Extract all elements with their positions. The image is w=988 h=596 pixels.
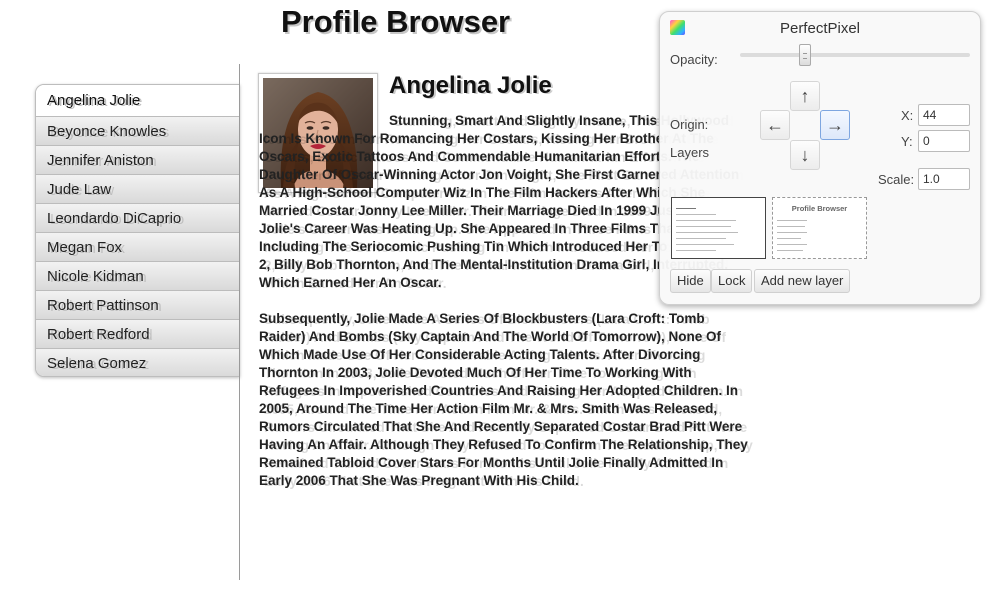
- add-new-layer-button[interactable]: Add new layer: [754, 269, 851, 293]
- lock-button[interactable]: Lock: [711, 269, 753, 293]
- move-down-button[interactable]: ↓: [790, 140, 820, 170]
- x-offset-input[interactable]: [918, 104, 970, 126]
- name-item-jude-law[interactable]: Jude Law: [36, 174, 240, 203]
- name-item-robert-pattinson[interactable]: Robert Pattinson: [36, 290, 240, 319]
- layers-label: Layers: [670, 145, 710, 160]
- name-item-angelina-jolie[interactable]: Angelina Jolie: [36, 85, 240, 116]
- name-item-robert-redford[interactable]: Robert Redford: [36, 319, 240, 348]
- name-item-megan-fox[interactable]: Megan Fox: [36, 232, 240, 261]
- name-item-leonardo-dicaprio[interactable]: Leondardo DiCaprio: [36, 203, 240, 232]
- opacity-slider-thumb[interactable]: [798, 44, 811, 66]
- bio-paragraph-2: Subsequently, Jolie Made A Series Of Blo…: [259, 311, 748, 488]
- opacity-slider-track[interactable]: [740, 53, 970, 57]
- perfectpixel-panel: PerfectPixel Opacity: Origin: ↑ ← → ↓ X:…: [659, 11, 981, 305]
- y-label: Y:: [901, 134, 913, 149]
- layer-thumbnail-1[interactable]: [671, 197, 766, 259]
- move-right-button[interactable]: →: [820, 110, 850, 140]
- origin-label: Origin:: [670, 117, 709, 132]
- name-item-nicole-kidman[interactable]: Nicole Kidman: [36, 261, 240, 290]
- name-item-beyonce-knowles[interactable]: Beyonce Knowles: [36, 116, 240, 145]
- scale-input[interactable]: [918, 168, 970, 190]
- layer-thumbnail-2[interactable]: Profile Browser: [772, 197, 867, 259]
- page-title: Profile Browser: [281, 4, 511, 39]
- opacity-label: Opacity:: [670, 52, 718, 67]
- profile-name: Angelina Jolie: [389, 72, 552, 99]
- content-divider: [239, 64, 240, 580]
- move-up-button[interactable]: ↑: [790, 81, 820, 111]
- hide-button[interactable]: Hide: [670, 269, 711, 293]
- name-item-selena-gomez[interactable]: Selena Gomez: [36, 348, 240, 376]
- move-left-button[interactable]: ←: [760, 110, 790, 140]
- name-item-jennifer-aniston[interactable]: Jennifer Aniston: [36, 145, 240, 174]
- y-offset-input[interactable]: [918, 130, 970, 152]
- x-label: X:: [901, 108, 914, 123]
- layer-thumbnail-2-title: Profile Browser: [791, 204, 848, 213]
- name-list: Angelina Jolie Beyonce Knowles Jennifer …: [35, 84, 240, 377]
- scale-label: Scale:: [878, 172, 915, 187]
- perfectpixel-title: PerfectPixel: [779, 20, 861, 37]
